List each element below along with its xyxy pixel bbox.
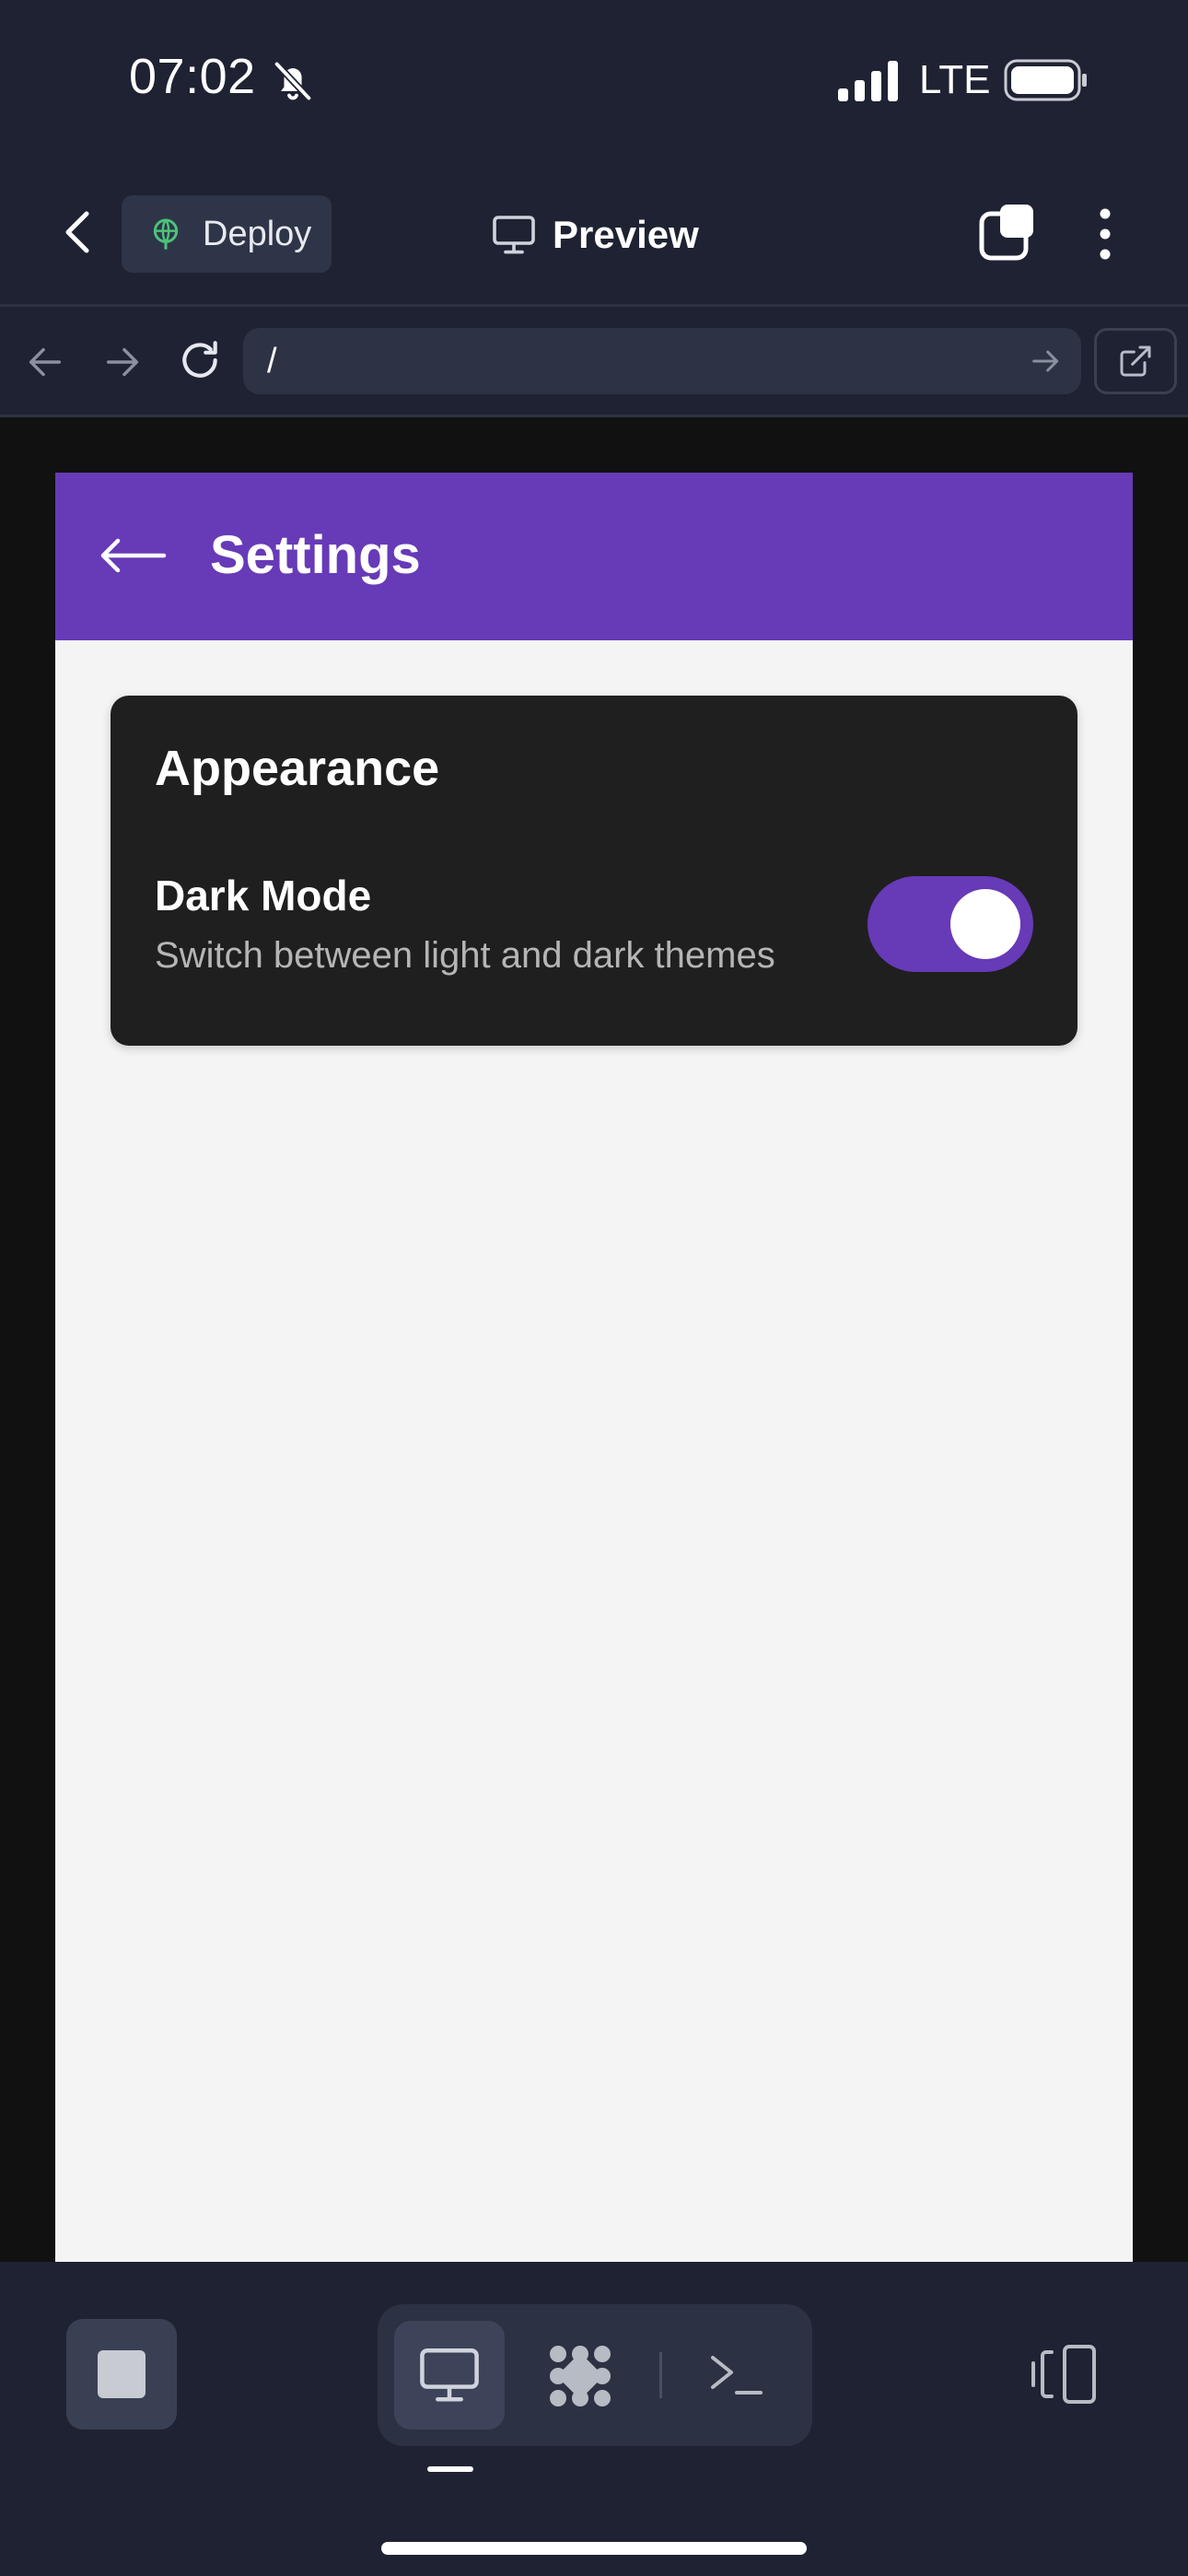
monitor-icon [493,216,535,254]
preview-tab[interactable]: Preview [492,203,699,267]
arrow-left-icon[interactable] [98,526,168,585]
reload-icon[interactable] [177,337,223,383]
bottom-bar [0,2262,1188,2576]
device-toggle-icon[interactable] [1028,2343,1100,2406]
dark-mode-toggle[interactable] [868,876,1033,972]
agent-icon [550,2346,611,2406]
page-title: Settings [210,525,421,585]
toggle-knob [950,889,1020,959]
dark-mode-description: Switch between light and dark themes [155,935,775,976]
agent-mode-button[interactable] [525,2321,635,2430]
terminal-mode-button[interactable] [681,2321,792,2430]
appearance-card: Appearance Dark Mode Switch between ligh… [111,696,1077,1046]
deploy-label: Deploy [203,214,312,253]
chevron-left-icon[interactable] [55,205,101,260]
section-title: Appearance [155,741,440,796]
app-screen: Settings Appearance Dark Mode Switch bet… [55,473,1133,2262]
battery-icon [1004,59,1087,101]
deploy-globe-icon [153,218,179,250]
terminal-icon [711,2356,763,2395]
external-link-icon [1120,345,1151,377]
mode-switcher [378,2304,812,2446]
preview-viewport: Settings Appearance Dark Mode Switch bet… [0,417,1188,2262]
network-type-label: LTE [919,57,991,102]
status-time: 07:02 [129,49,256,104]
active-mode-indicator [427,2466,473,2472]
arrow-right-icon[interactable] [101,341,144,383]
more-vertical-icon[interactable] [1087,205,1124,263]
home-indicator [381,2542,807,2555]
desktop-mode-button[interactable] [394,2321,505,2430]
url-input[interactable]: / [243,328,1081,394]
signal-icon [838,61,898,101]
preview-label: Preview [553,213,699,256]
arrow-left-icon[interactable] [24,341,66,383]
open-external-button[interactable] [1094,328,1177,394]
mode-separator [659,2352,662,2398]
arrow-right-small-icon[interactable] [1028,343,1065,380]
deploy-button[interactable]: Deploy [122,195,332,273]
toolbar-divider [0,304,1188,307]
stop-icon [98,2350,146,2398]
stop-button[interactable] [66,2319,177,2430]
bell-off-icon [274,62,312,100]
tabs-icon[interactable] [978,203,1037,262]
dark-mode-label: Dark Mode [155,872,372,919]
monitor-icon [420,2348,479,2402]
app-header: Settings [55,473,1133,640]
